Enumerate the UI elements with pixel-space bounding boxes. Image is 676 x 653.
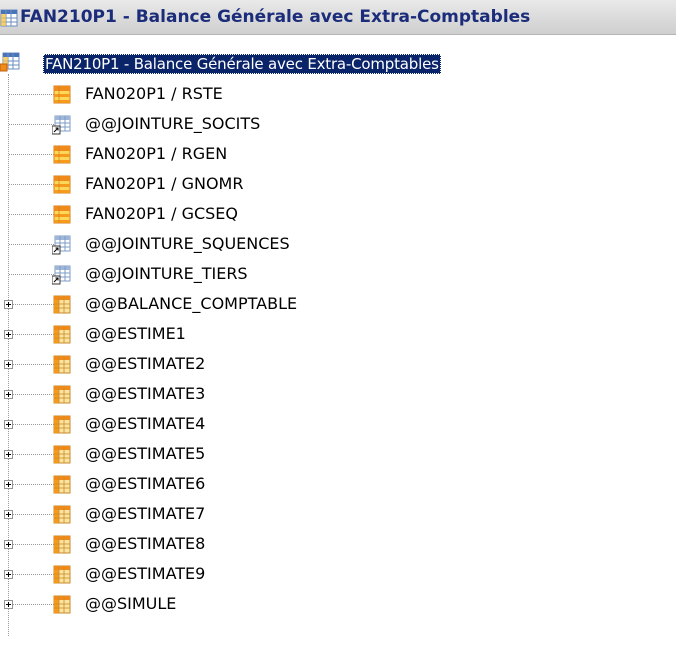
window-title-bar: FAN210P1 - Balance Générale avec Extra-C… [0, 0, 676, 35]
grid-orange-icon [52, 325, 72, 349]
tree-item-label: @@ESTIMATE3 [85, 384, 206, 403]
expand-plus-icon[interactable] [4, 600, 13, 609]
tree-item[interactable]: @@SIMULE [0, 590, 676, 620]
expand-plus-icon[interactable] [4, 540, 13, 549]
expand-plus-icon[interactable] [4, 480, 13, 489]
tree-branch-line [9, 94, 58, 95]
tree-item[interactable]: @@JOINTURE_SOCITS [0, 110, 676, 140]
tree-view[interactable]: FAN210P1 - Balance Générale avec Extra-C… [0, 50, 676, 653]
tree-item-label: @@JOINTURE_SOCITS [85, 114, 261, 133]
tree-item-label: @@JOINTURE_SQUENCES [85, 234, 290, 253]
tree-item-label: @@ESTIME1 [85, 324, 186, 343]
tree-item-label: FAN020P1 / RGEN [85, 144, 228, 163]
tree-item[interactable]: @@ESTIMATE8 [0, 530, 676, 560]
tree-item-label: @@ESTIMATE6 [85, 474, 206, 493]
tree-item[interactable]: @@ESTIMATE4 [0, 410, 676, 440]
grid-table-icon [0, 52, 20, 76]
tree-item-label: FAN020P1 / GCSEQ [85, 204, 239, 223]
tree-item-label: @@BALANCE_COMPTABLE [85, 294, 298, 313]
tree-root-label: FAN210P1 - Balance Générale avec Extra-C… [43, 54, 441, 74]
tree-item[interactable]: @@ESTIMATE3 [0, 380, 676, 410]
tree-item[interactable]: @@ESTIMATE7 [0, 500, 676, 530]
tree-branch-line [9, 274, 58, 275]
tree-item-label: @@ESTIMATE5 [85, 444, 206, 463]
tree-item-label: FAN020P1 / RSTE [85, 84, 223, 103]
tree-item[interactable]: FAN020P1 / RSTE [0, 80, 676, 110]
tree-item-label: @@ESTIMATE9 [85, 564, 206, 583]
expand-plus-icon[interactable] [4, 510, 13, 519]
grid-orange-icon [52, 445, 72, 469]
tree-item[interactable]: @@BALANCE_COMPTABLE [0, 290, 676, 320]
grid-orange-icon [52, 595, 72, 619]
grid-table-icon [0, 9, 18, 31]
expand-plus-icon[interactable] [4, 360, 13, 369]
window-title: FAN210P1 - Balance Générale avec Extra-C… [20, 7, 531, 27]
expand-plus-icon[interactable] [4, 420, 13, 429]
tree-item-label: FAN020P1 / GNOMR [85, 174, 244, 193]
tree-item[interactable]: @@ESTIME1 [0, 320, 676, 350]
orange-table-icon [52, 175, 72, 199]
tree-branch-line [9, 244, 58, 245]
orange-table-icon [52, 205, 72, 229]
tree-item-label: @@ESTIMATE4 [85, 414, 206, 433]
join-shortcut-icon [51, 235, 72, 259]
tree-item[interactable]: FAN020P1 / GCSEQ [0, 200, 676, 230]
tree-item-label: @@SIMULE [85, 594, 177, 613]
grid-orange-icon [52, 505, 72, 529]
grid-orange-icon [52, 415, 72, 439]
grid-orange-icon [52, 385, 72, 409]
orange-table-icon [52, 145, 72, 169]
tree-item-label: @@ESTIMATE7 [85, 504, 206, 523]
join-shortcut-icon [51, 115, 72, 139]
tree-item[interactable]: @@JOINTURE_SQUENCES [0, 230, 676, 260]
tree-item[interactable]: FAN020P1 / RGEN [0, 140, 676, 170]
grid-orange-icon [52, 475, 72, 499]
tree-item-label: @@ESTIMATE2 [85, 354, 206, 373]
grid-orange-icon [52, 295, 72, 319]
tree-item-label: @@ESTIMATE8 [85, 534, 206, 553]
grid-orange-icon [52, 355, 72, 379]
tree-branch-line [9, 184, 58, 185]
expand-plus-icon[interactable] [4, 450, 13, 459]
expand-plus-icon[interactable] [4, 330, 13, 339]
join-shortcut-icon [51, 265, 72, 289]
tree-branch-line [9, 214, 58, 215]
expand-plus-icon[interactable] [4, 390, 13, 399]
tree-item-label: @@JOINTURE_TIERS [85, 264, 248, 283]
expand-plus-icon[interactable] [4, 570, 13, 579]
expand-plus-icon[interactable] [4, 300, 13, 309]
tree-item[interactable]: @@JOINTURE_TIERS [0, 260, 676, 290]
orange-table-icon [52, 85, 72, 109]
tree-branch-line [9, 154, 58, 155]
grid-orange-icon [52, 565, 72, 589]
tree-item[interactable]: @@ESTIMATE6 [0, 470, 676, 500]
grid-orange-icon [52, 535, 72, 559]
tree-root-node[interactable]: FAN210P1 - Balance Générale avec Extra-C… [0, 50, 676, 80]
tree-branch-line [9, 124, 58, 125]
tree-item[interactable]: @@ESTIMATE9 [0, 560, 676, 590]
tree-item[interactable]: @@ESTIMATE5 [0, 440, 676, 470]
tree-item[interactable]: @@ESTIMATE2 [0, 350, 676, 380]
tree-item[interactable]: FAN020P1 / GNOMR [0, 170, 676, 200]
